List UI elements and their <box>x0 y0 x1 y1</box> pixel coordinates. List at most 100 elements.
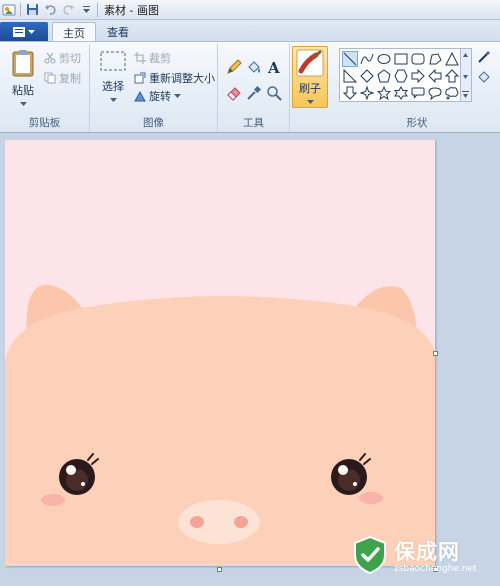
cloud-callout-shape[interactable] <box>444 85 460 101</box>
magnifier-icon <box>267 86 282 101</box>
chevron-down-icon <box>109 98 117 102</box>
paint-app-icon[interactable] <box>2 3 16 17</box>
paste-button[interactable]: 粘贴 <box>6 48 40 107</box>
crop-icon <box>134 52 146 64</box>
eraser-tool[interactable] <box>224 84 244 102</box>
shapes-group-label: 形状 <box>406 117 428 129</box>
polygon-shape[interactable] <box>427 51 443 67</box>
oval-callout-icon <box>428 87 442 100</box>
resize-button[interactable]: 重新调整大小 <box>134 70 215 86</box>
left-arrow-shape[interactable] <box>427 68 443 84</box>
left-cheek <box>41 494 65 506</box>
canvas-workspace[interactable] <box>0 134 500 586</box>
select-button[interactable]: 选择 <box>96 50 130 103</box>
copy-button[interactable]: 复制 <box>44 70 81 86</box>
separator <box>20 2 21 17</box>
fill-button[interactable] <box>477 70 491 84</box>
four-point-star-icon <box>360 86 374 100</box>
six-point-star-icon <box>394 86 408 100</box>
drawing-canvas[interactable] <box>5 140 435 566</box>
curve-shape[interactable] <box>359 51 375 67</box>
copy-icon <box>44 72 56 84</box>
outline-icon <box>478 51 490 63</box>
undo-icon[interactable] <box>43 3 57 17</box>
rectangle-shape[interactable] <box>393 51 409 67</box>
resize-icon <box>134 72 146 84</box>
eyedropper-icon <box>247 85 262 100</box>
title-bar: 素材 - 画图 <box>0 0 500 20</box>
rotate-button[interactable]: 旋转 <box>134 88 181 104</box>
pencil-tool[interactable] <box>224 58 244 76</box>
hexagon-shape[interactable] <box>393 68 409 84</box>
four-point-star-shape[interactable] <box>359 85 375 101</box>
five-point-star-icon <box>377 86 391 100</box>
diamond-shape[interactable] <box>359 68 375 84</box>
watermark-title: 保成网 <box>394 540 460 564</box>
oval-shape[interactable] <box>376 51 392 67</box>
down-arrow-shape[interactable] <box>342 85 358 101</box>
six-point-star-shape[interactable] <box>393 85 409 101</box>
pentagon-icon <box>377 69 391 83</box>
right-triangle-shape[interactable] <box>342 68 358 84</box>
window-title: 素材 - 画图 <box>104 3 159 17</box>
text-tool[interactable]: A <box>264 58 284 76</box>
tab-home[interactable]: 主页 <box>52 22 96 42</box>
five-point-star-shape[interactable] <box>376 85 392 101</box>
scissors-icon <box>44 52 56 64</box>
right-arrow-icon <box>411 69 425 83</box>
right-arrow-shape[interactable] <box>410 68 426 84</box>
shapes-gallery <box>339 48 461 102</box>
app-menu-button[interactable] <box>0 22 48 42</box>
tab-view[interactable]: 查看 <box>97 22 139 42</box>
oval-callout-shape[interactable] <box>427 85 443 101</box>
rounded-rectangle-shape[interactable] <box>410 51 426 67</box>
clipboard-icon <box>12 50 34 77</box>
chevron-down-icon <box>28 29 35 34</box>
diamond-icon <box>360 69 374 83</box>
oval-icon <box>377 54 391 64</box>
crop-button[interactable]: 裁剪 <box>134 50 171 66</box>
fill-icon <box>478 71 490 83</box>
right-cheek <box>359 492 383 504</box>
brush-button[interactable]: 刷子 <box>292 46 328 108</box>
outline-button[interactable] <box>477 50 491 64</box>
line-shape[interactable] <box>342 51 358 67</box>
rounded-callout-shape[interactable] <box>410 85 426 101</box>
shield-logo-icon <box>354 535 386 575</box>
fill-tool[interactable] <box>244 58 264 76</box>
triangle-icon <box>445 52 459 66</box>
redo-icon[interactable] <box>61 3 75 17</box>
pentagon-shape[interactable] <box>376 68 392 84</box>
rounded-callout-icon <box>411 87 425 99</box>
up-arrow-shape[interactable] <box>444 68 460 84</box>
up-arrow-icon <box>445 69 459 83</box>
chevron-down-icon <box>19 102 27 106</box>
line-icon <box>343 52 357 66</box>
watermark-url: zsbaochenghe.net <box>394 564 477 574</box>
rotate-icon <box>134 90 146 102</box>
tools-group-label: 工具 <box>243 117 264 129</box>
magnifier-tool[interactable] <box>264 84 284 102</box>
resize-handle-bottom[interactable] <box>217 567 222 572</box>
watermark: 保成网 zsbaochenghe.net <box>352 535 477 575</box>
image-group-label: 图像 <box>143 117 164 129</box>
rounded-rectangle-icon <box>411 53 425 65</box>
eraser-icon <box>227 87 241 101</box>
cut-button[interactable]: 剪切 <box>44 50 81 66</box>
left-nostril <box>190 516 204 528</box>
hexagon-icon <box>394 69 408 83</box>
customize-quick-access-icon[interactable] <box>79 3 93 17</box>
resize-handle-right[interactable] <box>433 351 438 356</box>
paint-bucket-icon <box>248 61 260 73</box>
pig-face-illustration <box>5 284 435 566</box>
color-picker-tool[interactable] <box>244 84 264 102</box>
selection-icon <box>100 51 126 71</box>
separator <box>97 2 98 17</box>
clipboard-group: 粘贴 剪切 复制 剪贴板 <box>0 44 90 132</box>
down-arrow-icon <box>343 86 357 100</box>
triangle-shape[interactable] <box>444 51 460 67</box>
pencil-icon <box>227 59 242 74</box>
shapes-gallery-scrollbar[interactable] <box>461 48 472 102</box>
save-icon[interactable] <box>25 3 39 17</box>
image-group: 选择 裁剪 重新调整大小 旋转 图像 <box>90 44 218 132</box>
